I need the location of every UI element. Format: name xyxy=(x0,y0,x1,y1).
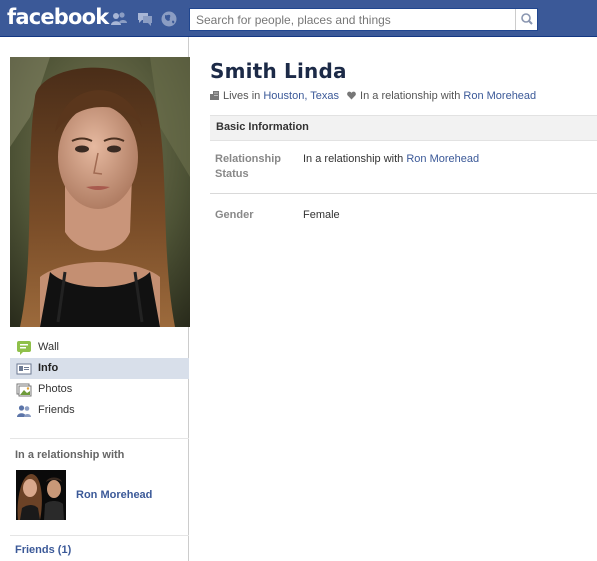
nav-item-photos[interactable]: Photos xyxy=(10,379,189,400)
profile-summary: Lives in Houston, Texas In a relationshi… xyxy=(210,90,536,102)
relationship-status-text: In a relationship with xyxy=(303,153,404,165)
profile-name: Smith Linda xyxy=(210,59,347,83)
friend-requests-icon[interactable] xyxy=(110,10,128,28)
search-input[interactable] xyxy=(190,9,510,30)
messages-icon[interactable] xyxy=(136,10,154,28)
lives-in-label: Lives in xyxy=(223,90,261,102)
partner-photo-image xyxy=(16,470,66,520)
relationship-partner-link[interactable]: Ron Morehead xyxy=(406,153,479,165)
left-column: Wall Info Photos Friends In a relationsh… xyxy=(0,37,190,561)
nav-item-friends[interactable]: Friends xyxy=(10,400,189,421)
nav-label-friends: Friends xyxy=(38,404,75,416)
gender-value: Female xyxy=(303,209,340,221)
nav-label-photos: Photos xyxy=(38,383,73,395)
nav-item-wall[interactable]: Wall xyxy=(10,337,189,358)
relationship-summary-label: In a relationship with xyxy=(360,90,461,102)
facebook-logo[interactable]: facebook xyxy=(7,4,109,30)
partner-name-link[interactable]: Ron Morehead xyxy=(76,489,152,501)
wall-icon xyxy=(17,341,31,355)
relationship-status-label: Relationship Status xyxy=(215,152,281,182)
relationship-status-label-line2: Status xyxy=(215,168,249,180)
partner-summary-link[interactable]: Ron Morehead xyxy=(463,90,536,102)
basic-information-header: Basic Information xyxy=(210,115,597,141)
building-icon xyxy=(210,91,219,100)
profile-photo-image xyxy=(10,57,190,327)
nav-label-wall: Wall xyxy=(38,341,59,353)
sidebar-divider xyxy=(10,535,189,536)
info-card-icon xyxy=(16,363,32,375)
nav-label-info: Info xyxy=(38,362,59,374)
basic-information-title: Basic Information xyxy=(216,121,309,133)
sidebar-divider xyxy=(10,438,189,439)
friends-icon xyxy=(17,405,31,417)
search-box xyxy=(189,8,538,31)
friends-count-link[interactable]: Friends (1) xyxy=(15,544,71,556)
relationship-status-label-line1: Relationship xyxy=(215,153,282,165)
location-link[interactable]: Houston, Texas xyxy=(263,90,339,102)
gender-label: Gender xyxy=(215,209,254,221)
profile-nav: Wall Info Photos Friends xyxy=(10,337,189,421)
profile-picture[interactable] xyxy=(10,57,190,327)
heart-icon xyxy=(347,91,356,100)
relationship-status-value: In a relationship with Ron Morehead xyxy=(303,152,479,167)
top-bar: facebook xyxy=(0,0,597,37)
photos-icon xyxy=(16,383,32,397)
main-content: Smith Linda Lives in Houston, Texas In a… xyxy=(190,37,597,561)
notifications-globe-icon[interactable] xyxy=(160,10,178,28)
partner-thumbnail[interactable] xyxy=(16,470,66,520)
magnifier-icon xyxy=(521,13,533,25)
nav-item-info[interactable]: Info xyxy=(10,358,189,379)
search-button[interactable] xyxy=(515,9,537,30)
info-row-divider xyxy=(210,193,597,194)
relationship-heading: In a relationship with xyxy=(15,449,125,461)
